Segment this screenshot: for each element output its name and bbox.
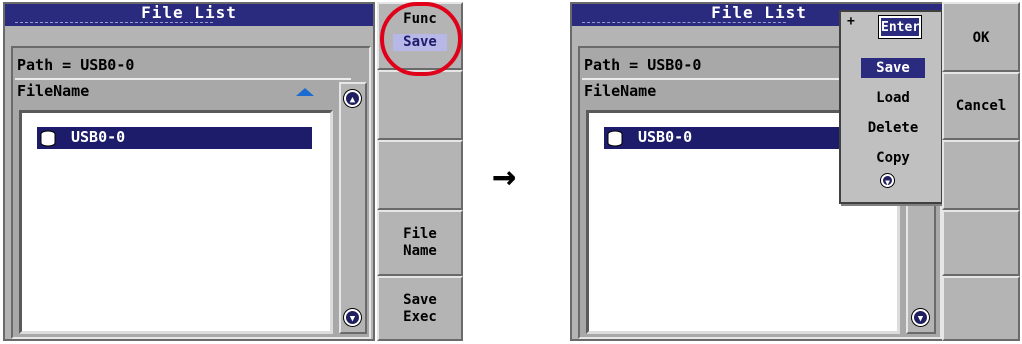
drive-icon: [607, 130, 623, 147]
left-title-bar: File List: [5, 4, 373, 26]
menu-scroll-down-icon[interactable]: ▼: [881, 174, 894, 187]
left-softkey-column: Func Save File Name Save Exec: [377, 2, 463, 341]
right-softkey-blank-5[interactable]: [942, 276, 1020, 341]
menu-item-save[interactable]: Save: [861, 58, 925, 78]
scroll-up-icon[interactable]: ▲: [344, 90, 361, 107]
right-softkey-column: OK Cancel: [942, 2, 1020, 341]
enter-marker: +: [847, 14, 855, 29]
left-path-label: Path = USB0-0: [17, 56, 135, 74]
left-file-list: USB0-0: [19, 110, 333, 334]
right-file-row-usb[interactable]: USB0-0: [604, 127, 879, 149]
cancel-softkey[interactable]: Cancel: [942, 72, 1020, 140]
enter-button[interactable]: Enter: [879, 16, 921, 38]
left-divider: [15, 78, 351, 80]
drive-icon: [40, 130, 56, 147]
softkey-blank-2[interactable]: [377, 70, 463, 140]
scroll-down-icon[interactable]: ▼: [344, 309, 361, 326]
ok-softkey[interactable]: OK: [942, 2, 1020, 72]
left-file-panel: Path = USB0-0 FileName USB0-0 ▲ ▼: [11, 46, 371, 339]
menu-item-delete[interactable]: Delete: [847, 118, 939, 138]
highlight-ellipse: [380, 2, 462, 76]
right-screen: File List Path = USB0-0 FileName USB0-0 …: [570, 2, 948, 341]
left-screen: File List Path = USB0-0 FileName USB0-0 …: [3, 2, 375, 341]
sort-ascending-icon[interactable]: [296, 88, 314, 96]
right-softkey-blank-4[interactable]: [942, 210, 1020, 276]
menu-item-copy[interactable]: Copy: [847, 148, 939, 168]
ok-label: OK: [972, 30, 990, 46]
menu-item-load[interactable]: Load: [847, 88, 939, 108]
right-softkey-blank-3[interactable]: [942, 140, 1020, 210]
save-exec-softkey[interactable]: Save Exec: [377, 276, 463, 341]
left-window-title: File List: [141, 3, 237, 22]
enter-button-label: Enter: [881, 20, 921, 35]
save-exec-label-2: Exec: [403, 309, 437, 325]
softkey-blank-3[interactable]: [377, 140, 463, 210]
right-filename-column-header[interactable]: FileName: [584, 82, 656, 100]
transition-arrow: →: [492, 153, 517, 199]
right-path-label: Path = USB0-0: [584, 56, 702, 74]
left-file-name: USB0-0: [71, 128, 126, 146]
scroll-down-icon[interactable]: ▼: [912, 309, 929, 326]
save-exec-label-1: Save: [403, 292, 437, 308]
function-popup-menu: + Enter Save Load Delete Copy ▼: [839, 10, 943, 204]
right-window-title: File List: [711, 3, 807, 22]
cancel-label: Cancel: [955, 98, 1007, 114]
file-name-softkey[interactable]: File Name: [377, 210, 463, 276]
left-filename-column-header[interactable]: FileName: [17, 82, 89, 100]
left-scrollbar[interactable]: ▲ ▼: [339, 82, 367, 334]
file-name-label-1: File: [403, 226, 437, 242]
left-file-row-usb[interactable]: USB0-0: [37, 127, 312, 149]
file-name-label-2: Name: [403, 243, 437, 259]
right-file-name: USB0-0: [638, 128, 693, 146]
